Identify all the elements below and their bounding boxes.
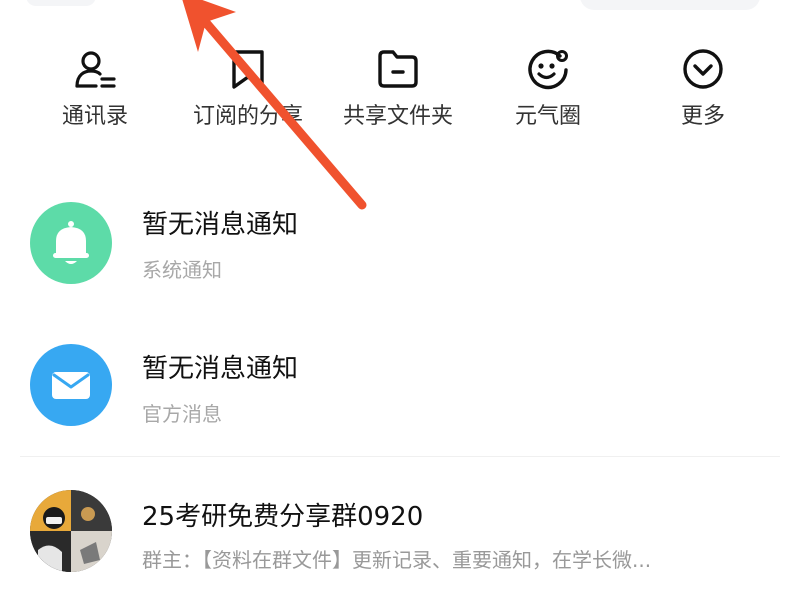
shared-folder-button[interactable]: 共享文件夹 [323, 40, 473, 140]
group-chat-last-message: 群主：【资料在群文件】更新记录、重要通知，在学长微... [142, 548, 652, 572]
group-chat-item[interactable]: 25考研免费分享群0920 群主：【资料在群文件】更新记录、重要通知，在学长微.… [0, 470, 800, 600]
official-message-avatar [30, 344, 112, 426]
group-avatar-image [30, 490, 112, 572]
subscribed-shares-button[interactable]: 订阅的分享 [173, 40, 323, 140]
official-message-title: 暂无消息通知 [142, 354, 299, 384]
group-avatar [30, 490, 112, 572]
yuanqi-circle-button[interactable]: 元气圈 [473, 40, 623, 140]
shared-folder-label: 共享文件夹 [342, 104, 453, 129]
smile-circle-icon [528, 49, 568, 90]
header-remnant [26, 0, 96, 6]
system-notification-subtitle: 系统通知 [142, 258, 222, 282]
bell-icon [53, 221, 89, 264]
bookmark-icon [232, 50, 264, 89]
subscribed-shares-label: 订阅的分享 [192, 104, 303, 129]
chevron-down-circle-icon [683, 49, 723, 89]
more-button[interactable]: 更多 [628, 40, 778, 140]
system-notification-avatar [30, 202, 112, 284]
contacts-button[interactable]: 通讯录 [20, 40, 170, 140]
folder-icon [378, 50, 418, 88]
group-chat-title: 25考研免费分享群0920 [142, 502, 424, 532]
quick-actions-row: 通讯录 订阅的分享 共享文件夹 元气圈 更多 [0, 40, 800, 140]
more-label: 更多 [680, 104, 725, 129]
mail-icon [52, 372, 90, 399]
system-notification-item[interactable]: 暂无消息通知 系统通知 [0, 180, 800, 310]
official-message-item[interactable]: 暂无消息通知 官方消息 [0, 322, 800, 452]
system-notification-title: 暂无消息通知 [142, 210, 299, 240]
official-message-subtitle: 官方消息 [142, 402, 222, 426]
search-bar-remnant[interactable] [580, 0, 760, 10]
yuanqi-circle-label: 元气圈 [514, 104, 581, 129]
contacts-icon [75, 51, 116, 88]
list-divider [20, 456, 780, 457]
contacts-label: 通讯录 [61, 104, 128, 129]
